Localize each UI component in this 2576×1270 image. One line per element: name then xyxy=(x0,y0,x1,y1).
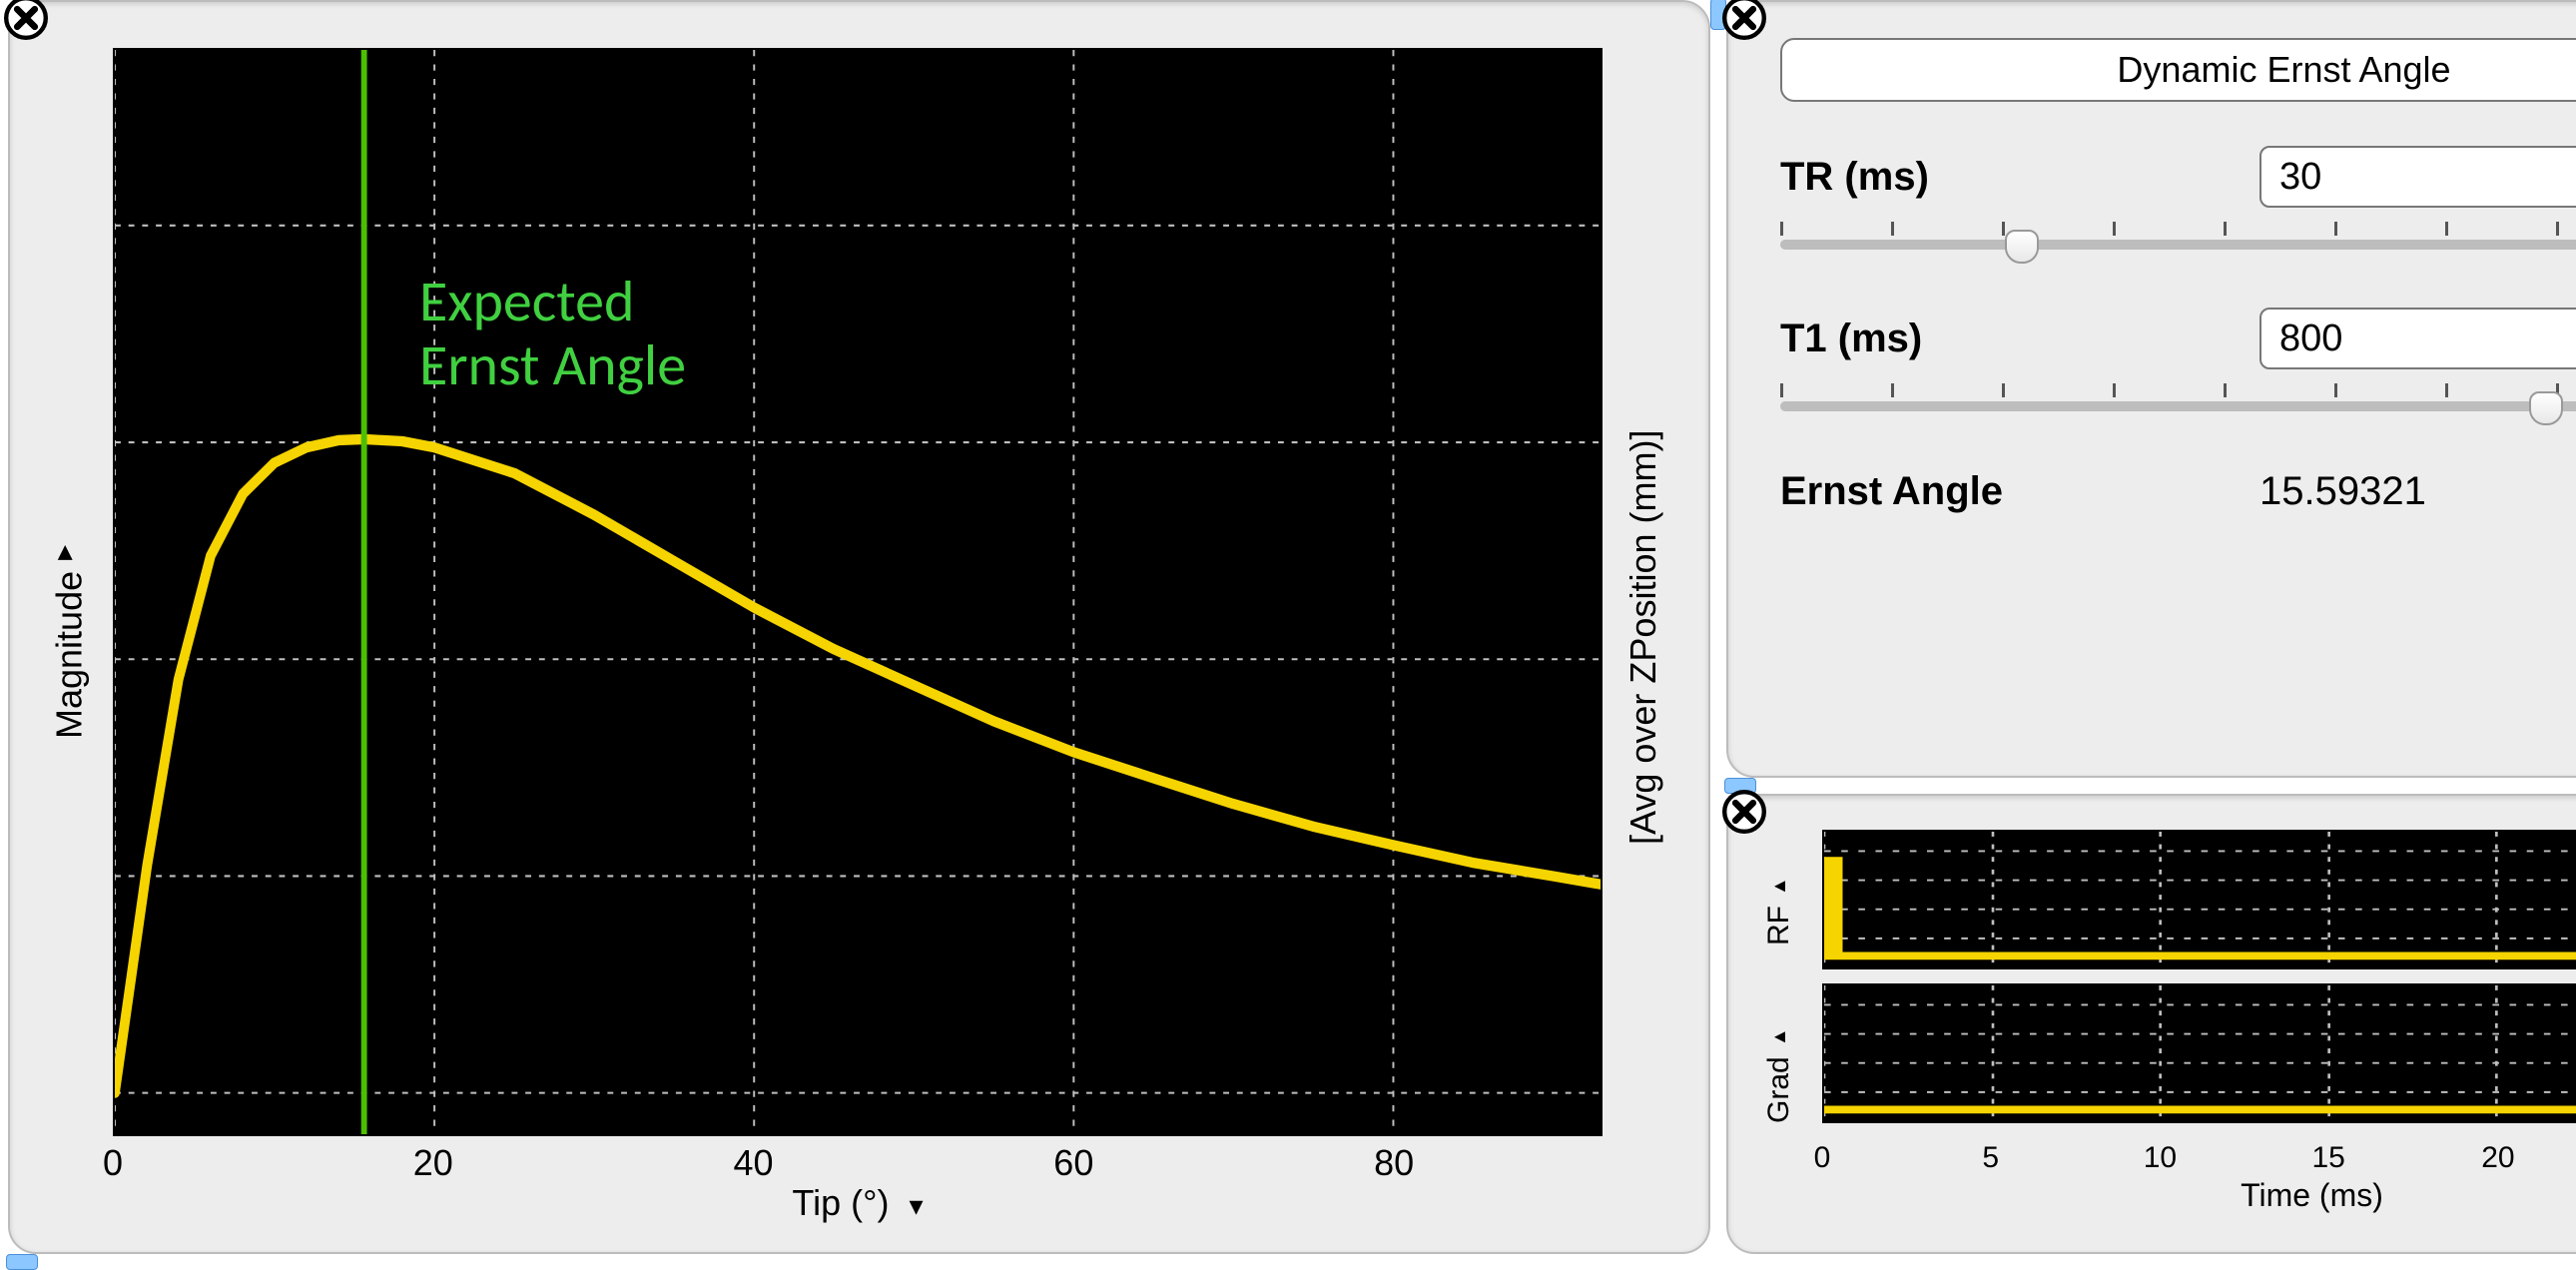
seq-xlabel: Time (ms) xyxy=(1822,1177,2576,1214)
panel-title: Dynamic Ernst Angle xyxy=(1780,38,2576,102)
slider-thumb[interactable] xyxy=(2529,391,2563,425)
grad-axis-label[interactable]: Grad▸ xyxy=(1762,999,1822,1149)
magnitude-chart[interactable]: Expected Ernst Angle xyxy=(113,48,1603,1136)
t1-input[interactable] xyxy=(2259,308,2576,369)
rf-axis-label[interactable]: RF▸ xyxy=(1762,836,1822,985)
chart-grid xyxy=(115,50,1601,1134)
t1-slider[interactable] xyxy=(1780,379,2576,431)
controls-panel: Dynamic Ernst Angle TR (ms) T1 (ms) xyxy=(1726,0,2576,778)
tr-input[interactable] xyxy=(2259,146,2576,208)
ernst-annotation: Expected Ernst Angle xyxy=(419,270,686,397)
rf-plot[interactable] xyxy=(1822,830,2576,969)
grad-plot[interactable] xyxy=(1822,983,2576,1123)
seq-xticks: 0 5 10 15 20 25 xyxy=(1822,1137,2576,1177)
ernst-angle-label: Ernst Angle xyxy=(1780,469,2259,514)
xaxis-label[interactable]: Tip (°) ▾ xyxy=(113,1182,1603,1224)
chevron-down-icon: ▾ xyxy=(910,1190,924,1221)
magnitude-plot-panel: Magnitude ▸ xyxy=(8,0,1710,1254)
resize-handle-icon[interactable] xyxy=(6,1254,38,1270)
chevron-icon: ▸ xyxy=(1766,1025,1791,1050)
yaxis-text: Magnitude xyxy=(49,570,91,738)
slider-ticks xyxy=(1780,383,2576,397)
close-icon[interactable] xyxy=(4,0,48,40)
chevron-icon: ▸ xyxy=(1766,875,1791,900)
tr-slider[interactable] xyxy=(1780,218,2576,270)
close-icon[interactable] xyxy=(1722,0,1766,40)
xaxis-ticks: 0 20 40 60 80 xyxy=(113,1136,1603,1182)
slider-ticks xyxy=(1780,222,2576,236)
close-icon[interactable] xyxy=(1722,790,1766,834)
t1-label: T1 (ms) xyxy=(1780,317,2259,361)
chevron-down-icon: ▸ xyxy=(46,535,81,570)
slider-thumb[interactable] xyxy=(2005,230,2039,264)
grad-pulse xyxy=(1824,1043,2576,1109)
yaxis-label-left[interactable]: Magnitude ▸ xyxy=(40,48,99,1226)
tr-label: TR (ms) xyxy=(1780,155,2259,200)
sequence-panel: RF▸ Grad▸ xyxy=(1726,794,2576,1254)
yaxis-label-right: [Avg over ZPosition (mm)] xyxy=(1616,48,1670,1226)
ernst-angle-value: 15.59321 xyxy=(2259,469,2426,514)
magnitude-curve xyxy=(115,439,1601,1093)
